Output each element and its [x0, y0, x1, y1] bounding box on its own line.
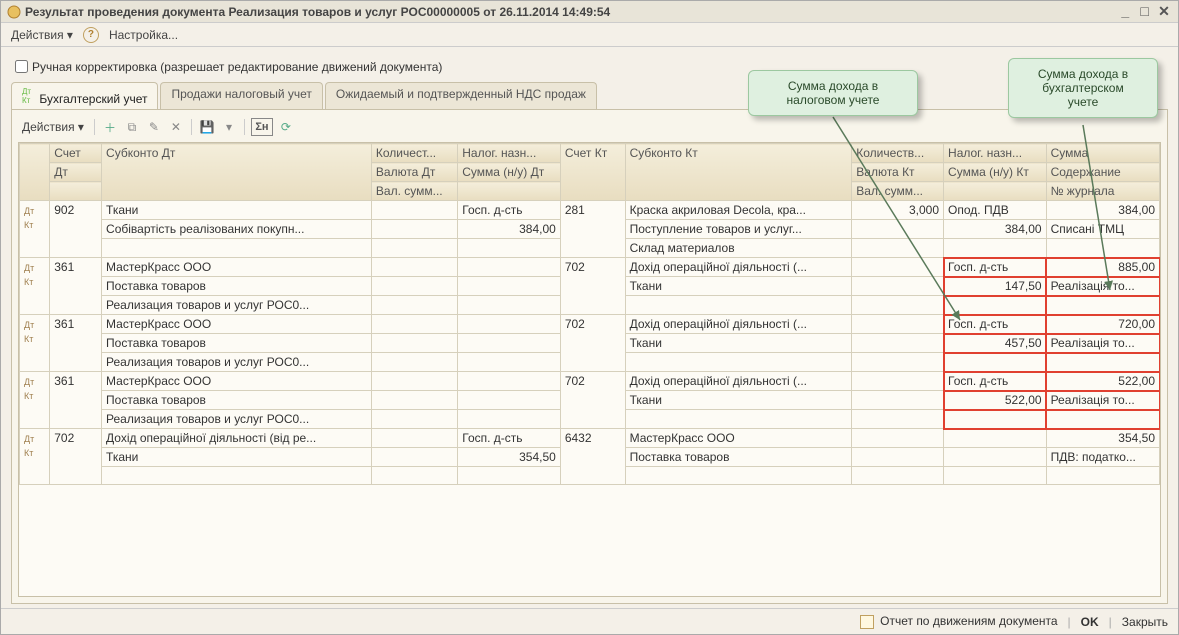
- tab-accounting[interactable]: ДтКт Бухгалтерский учет: [11, 82, 158, 110]
- grid-toolbar: Действия ▾ ＋ ⧉ ✎ ✕ 💾 ▾ Σн ⟳: [18, 116, 1161, 142]
- col-sub-kt: Субконто Кт: [625, 144, 852, 201]
- footer: Отчет по движениям документа | OK | Закр…: [1, 608, 1178, 634]
- minimize-button[interactable]: _: [1117, 3, 1133, 19]
- chevron-down-icon[interactable]: ▾: [220, 118, 238, 136]
- col-sub-dt: Субконто Дт: [102, 144, 372, 201]
- col-qty-dt: Количест...: [371, 144, 457, 163]
- row-marker: ДтКт: [20, 201, 50, 258]
- window-title: Результат проведения документа Реализаци…: [25, 5, 1117, 19]
- table-row[interactable]: ДтКт902ТканиГосп. д-сть281Краска акрилов…: [20, 201, 1160, 220]
- tab-tax-sales[interactable]: Продажи налоговый учет: [160, 82, 322, 110]
- col-acc-kt: Счет Кт: [560, 144, 625, 201]
- chevron-down-icon: ▾: [78, 120, 84, 134]
- row-marker: ДтКт: [20, 315, 50, 372]
- menu-settings[interactable]: Настройка...: [105, 26, 182, 44]
- callout-tax: Сумма дохода в налоговом учете: [748, 70, 918, 116]
- maximize-button[interactable]: □: [1137, 3, 1153, 19]
- col-acc-dt: Счет: [50, 144, 102, 163]
- ledger-icon: ДтКт: [22, 87, 32, 97]
- table-row[interactable]: ДтКт361 МастерКрасс ООО702Дохід операцій…: [20, 372, 1160, 391]
- col-tax-dt: Налог. назн...: [458, 144, 561, 163]
- row-marker: ДтКт: [20, 372, 50, 429]
- save-icon[interactable]: 💾: [198, 118, 216, 136]
- chevron-down-icon: ▾: [67, 28, 73, 42]
- table-row[interactable]: ДтКт702Дохід операційної діяльності (від…: [20, 429, 1160, 448]
- delete-icon[interactable]: ✕: [167, 118, 185, 136]
- table-row[interactable]: ДтКт361 МастерКрасс ООО702Дохід операцій…: [20, 315, 1160, 334]
- help-icon[interactable]: ?: [83, 27, 99, 43]
- menubar: Действия ▾ ? Настройка...: [1, 23, 1178, 47]
- col-sum: Сумма: [1046, 144, 1159, 163]
- table-row[interactable]: ДтКт361 МастерКрасс ООО702Дохід операцій…: [20, 258, 1160, 277]
- callout-acct: Сумма дохода в бухгалтерском учете: [1008, 58, 1158, 118]
- close-link[interactable]: Закрыть: [1122, 615, 1168, 629]
- row-marker: ДтКт: [20, 429, 50, 485]
- add-icon[interactable]: ＋: [101, 118, 119, 136]
- titlebar: Результат проведения документа Реализаци…: [1, 1, 1178, 23]
- col-qty-kt: Количеств...: [852, 144, 944, 163]
- manual-correction-label: Ручная корректировка (разрешает редактир…: [32, 60, 442, 74]
- report-link[interactable]: Отчет по движениям документа: [860, 614, 1058, 629]
- tab-vat[interactable]: Ожидаемый и подтвержденный НДС продаж: [325, 82, 597, 110]
- row-marker: ДтКт: [20, 258, 50, 315]
- toolbar-actions[interactable]: Действия ▾: [18, 118, 88, 136]
- entries-table[interactable]: Счет Субконто Дт Количест... Налог. назн…: [19, 143, 1160, 485]
- col-marker: [20, 144, 50, 201]
- tabs: ДтКт Бухгалтерский учет Продажи налоговы…: [11, 82, 1168, 110]
- report-icon: [860, 615, 874, 629]
- menu-actions[interactable]: Действия ▾: [7, 26, 77, 44]
- edit-icon[interactable]: ✎: [145, 118, 163, 136]
- manual-correction-checkbox[interactable]: [15, 60, 28, 73]
- refresh-icon[interactable]: ⟳: [277, 118, 295, 136]
- sigma-icon[interactable]: Σн: [251, 118, 273, 136]
- close-button[interactable]: ✕: [1156, 3, 1172, 20]
- copy-icon[interactable]: ⧉: [123, 118, 141, 136]
- col-tax-kt: Налог. назн...: [944, 144, 1047, 163]
- ok-button[interactable]: OK: [1081, 615, 1099, 629]
- app-icon: [7, 5, 21, 19]
